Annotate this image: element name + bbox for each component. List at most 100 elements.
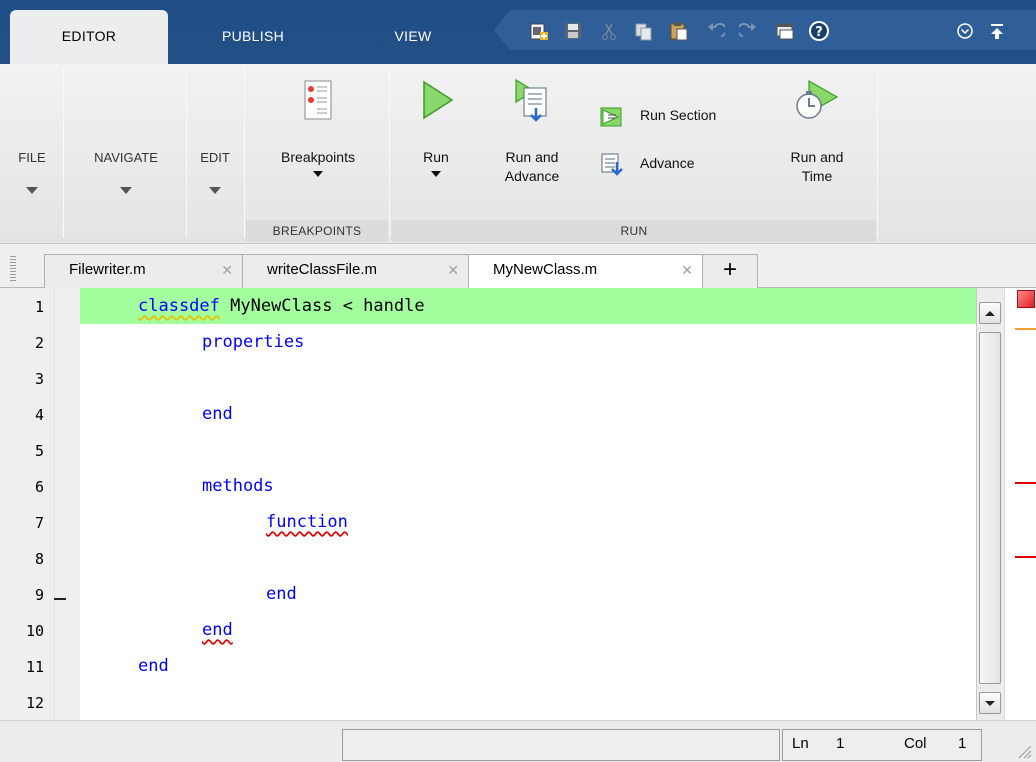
code-line-4: end: [202, 404, 233, 424]
expand-menu-icon[interactable]: [954, 20, 976, 42]
run-group-label: RUN: [392, 220, 876, 242]
scroll-thumb[interactable]: [979, 332, 1001, 684]
code-fold-marker[interactable]: [54, 598, 66, 600]
minimize-toolstrip-icon[interactable]: [986, 20, 1008, 42]
resize-grip-icon[interactable]: [1016, 743, 1032, 759]
close-icon[interactable]: ✕: [681, 255, 693, 285]
run-and-advance-button[interactable]: Run and Advance: [484, 78, 580, 186]
run-button[interactable]: Run: [404, 78, 468, 177]
run-section-label: Run Section: [640, 107, 717, 123]
file-tab-label: Filewriter.m: [69, 261, 146, 278]
chevron-down-icon: [985, 701, 995, 706]
vertical-scrollbar[interactable]: [976, 288, 1004, 720]
run-and-advance-label: Run and Advance: [484, 148, 580, 186]
column-value: 1: [958, 735, 967, 752]
line-number: 3: [34, 370, 44, 388]
line-number: 12: [25, 694, 44, 712]
run-and-time-label: Run and Time: [770, 148, 864, 186]
undo-icon[interactable]: [704, 20, 726, 42]
breakpoints-button[interactable]: Breakpoints: [252, 78, 384, 177]
run-and-time-label-line1: Run and: [790, 149, 844, 165]
chevron-up-icon: [985, 311, 995, 316]
run-label: Run: [423, 149, 449, 165]
navigate-label: NAVIGATE: [94, 150, 158, 165]
drag-handle-icon[interactable]: [10, 256, 16, 282]
class-signature: MyNewClass < handle: [219, 296, 425, 316]
code-line-11: end: [138, 656, 169, 676]
scroll-up-button[interactable]: [979, 302, 1001, 324]
cut-icon[interactable]: [598, 20, 620, 42]
line-number: 11: [25, 658, 44, 676]
file-section-button[interactable]: FILE: [6, 148, 58, 194]
error-marker[interactable]: [1015, 482, 1036, 484]
chevron-down-icon: [313, 171, 323, 177]
run-and-advance-label-line1: Run and: [505, 149, 559, 165]
run-section-button[interactable]: Run Section: [598, 104, 760, 130]
warning-marker[interactable]: [1015, 328, 1036, 330]
scroll-down-button[interactable]: [979, 692, 1001, 714]
code-line-2: properties: [202, 332, 305, 352]
line-number: 5: [34, 442, 44, 460]
line-number: 7: [34, 514, 44, 532]
line-number: 9: [34, 586, 44, 604]
save-icon[interactable]: [562, 20, 584, 42]
close-icon[interactable]: ✕: [221, 255, 233, 285]
toolstrip-tab-bar: PUBLISH VIEW EDITOR ?: [0, 0, 1036, 64]
quick-access-toolbar: ?: [494, 10, 1036, 50]
cursor-position-field: [782, 729, 982, 761]
code-editor[interactable]: 1 2 3 4 5 6 7 8 9 10 11 12 classdef MyNe…: [0, 288, 1036, 720]
close-icon[interactable]: ✕: [447, 255, 459, 285]
run-and-time-label-line2: Time: [801, 168, 833, 184]
navigate-section-button[interactable]: NAVIGATE: [70, 148, 182, 194]
code-analyzer-strip: [1004, 288, 1036, 720]
redo-icon[interactable]: [738, 20, 760, 42]
copy-icon[interactable]: [632, 20, 654, 42]
error-indicator-icon[interactable]: [1017, 290, 1035, 308]
status-bar: Ln 1 Col 1: [0, 720, 1036, 762]
chevron-down-icon: [209, 187, 221, 194]
tab-view[interactable]: VIEW: [338, 10, 488, 64]
divider: [877, 68, 878, 238]
code-line-6: methods: [202, 476, 274, 496]
chevron-down-icon: [431, 171, 441, 177]
line-value: 1: [836, 735, 845, 752]
breakpoints-label: Breakpoints: [281, 149, 355, 165]
file-tab-writeclassfile[interactable]: writeClassFile.m ✕: [242, 254, 470, 288]
tab-publish[interactable]: PUBLISH: [170, 10, 336, 64]
divider: [389, 68, 390, 238]
chevron-down-icon: [120, 187, 132, 194]
tab-editor[interactable]: EDITOR: [10, 10, 168, 64]
line-number: 6: [34, 478, 44, 496]
code-line-9: end: [266, 584, 297, 604]
run-and-time-icon: [796, 79, 839, 119]
code-line-1: classdef MyNewClass < handle: [138, 296, 425, 316]
new-file-icon[interactable]: [528, 20, 550, 42]
line-number: 8: [34, 550, 44, 568]
help-icon[interactable]: ?: [808, 20, 830, 42]
new-tab-button[interactable]: +: [702, 254, 758, 288]
run-and-time-button[interactable]: Run and Time: [770, 78, 864, 186]
file-tab-mynewclass[interactable]: MyNewClass.m ✕: [468, 254, 704, 289]
file-tab-filewriter[interactable]: Filewriter.m ✕: [44, 254, 244, 288]
line-number-gutter: 1 2 3 4 5 6 7 8 9 10 11 12: [0, 288, 80, 720]
switch-windows-icon[interactable]: [774, 20, 796, 42]
paste-icon[interactable]: [668, 20, 690, 42]
line-number: 2: [34, 334, 44, 352]
svg-text:?: ?: [815, 25, 823, 40]
line-number: 10: [25, 622, 44, 640]
run-icon: [423, 80, 454, 120]
code-line-7: function: [266, 512, 348, 532]
error-marker[interactable]: [1015, 556, 1036, 558]
code-line-10: end: [202, 620, 233, 640]
line-label: Ln: [792, 735, 809, 752]
divider: [63, 68, 64, 238]
advance-button[interactable]: Advance: [598, 152, 732, 178]
file-tab-bar: Filewriter.m ✕ writeClassFile.m ✕ MyNewC…: [0, 244, 1036, 289]
chevron-down-icon: [26, 187, 38, 194]
run-section-icon: [600, 107, 622, 127]
edit-section-button[interactable]: EDIT: [190, 148, 240, 194]
advance-icon: [601, 153, 623, 176]
edit-label: EDIT: [200, 150, 230, 165]
breakpoints-group-label: BREAKPOINTS: [246, 220, 388, 242]
plus-icon: +: [722, 256, 737, 283]
